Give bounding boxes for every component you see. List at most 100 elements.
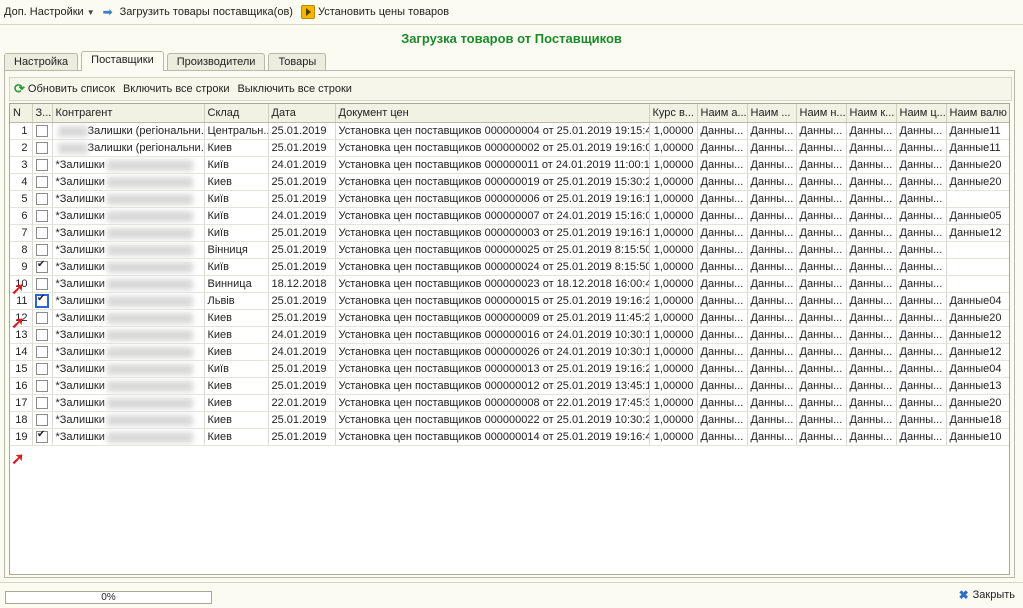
row-checkbox[interactable] [36,414,48,427]
row-checkbox[interactable] [36,346,48,359]
row-checkbox[interactable] [35,293,49,308]
table-row[interactable]: 14 *Залишки Киев 24.01.2019 Установка цен по… [10,343,1009,361]
refresh-list-label: Обновить список [27,83,115,95]
top-toolbar: Доп. Настройки ▼ ➡ Загрузить товары пост… [0,0,1023,25]
name-currency-cell: Данные10 [946,428,1009,446]
table-row[interactable]: 17 *Залишки Киев 22.01.2019 Установка цен по… [10,394,1009,412]
tab-suppliers[interactable]: Поставщики [81,51,164,71]
column-header[interactable]: N [10,104,33,123]
row-checkbox[interactable] [36,429,48,444]
warehouse-cell: Винница [204,275,269,293]
row-checkbox[interactable] [36,312,48,325]
table-row[interactable]: 6 *Залишки Київ 24.01.2019 Установка цен пос… [10,207,1009,225]
column-header[interactable]: Наим ... [747,104,797,123]
exchange-rate-cell: 1,00000 [649,360,698,378]
tab-settings[interactable]: Настройка [4,53,79,71]
column-header[interactable]: Наим к... [846,104,897,123]
annotation-arrow-icon: ➚ [11,451,25,468]
table-row[interactable]: 2 Залишки (регіональни... Киев 25.01.2019 Ус… [10,139,1009,157]
column-header[interactable]: Склад [204,104,269,123]
disable-all-rows-button[interactable]: Выключить все строки [233,83,355,95]
row-checkbox[interactable] [36,142,48,155]
exchange-rate-cell: 1,00000 [649,173,698,191]
settings-menu-label: Доп. Настройки [4,6,84,18]
table-row[interactable]: 15 *Залишки Київ 25.01.2019 Установка цен по… [10,360,1009,378]
date-cell: 25.01.2019 [268,241,336,259]
name-currency-cell: Данные04 [946,292,1009,310]
row-checkbox[interactable] [36,210,48,223]
name-a-cell: Данны... [697,411,748,429]
close-button[interactable]: ✖ Закрыть [959,588,1015,602]
row-checkbox[interactable] [36,259,48,274]
row-checkbox[interactable] [36,125,48,138]
column-header[interactable]: Курс в... [649,104,698,123]
load-goods-button[interactable]: ➡ Загрузить товары поставщика(ов) [99,2,297,22]
table-row[interactable]: 19 *Залишки Киев25.01.2019Установка цен по… [10,428,1009,446]
date-cell: 25.01.2019 [268,377,336,395]
column-header[interactable]: Наим ц... [896,104,947,123]
row-checkbox[interactable] [36,397,48,410]
column-header[interactable]: Дата [268,104,336,123]
table-row[interactable]: 10 *Залишки Винница 18.12.2018 Установка цен… [10,275,1009,293]
table-row[interactable]: 11*ЗалишкиЛьвів25.01.2019Установка цен п… [10,292,1009,310]
table-row[interactable]: 9 *Залишки Київ25.01.2019Установка цен пос… [10,258,1009,276]
row-checkbox[interactable] [36,227,48,240]
row-checkbox[interactable] [36,159,48,172]
name-n-cell: Данны... [796,190,847,208]
set-prices-button[interactable]: Установить цены товаров [297,2,453,22]
redacted-text [106,363,193,375]
suppliers-table[interactable]: N З... Контрагент Склад Дата Документ цен Курс… [9,103,1010,575]
counterparty-cell: *Залишки [52,275,205,293]
column-header[interactable]: Контрагент [52,104,205,123]
row-checkbox-cell [32,411,53,429]
tab-goods[interactable]: Товары [268,53,327,71]
price-document-cell: Установка цен поставщиков 000000006 от 2… [335,190,650,208]
table-row[interactable]: 3 *Залишки Київ 24.01.2019 Установка цен пос… [10,156,1009,174]
table-row[interactable]: 18 *Залишки Киев 25.01.2019 Установка цен по… [10,411,1009,429]
column-header[interactable]: Наим валю [946,104,1009,123]
name-cell: Данны... [747,309,797,327]
table-row[interactable]: 8 *Залишки Вінниця 25.01.2019 Установка цен … [10,241,1009,259]
column-header[interactable]: Наим а... [697,104,748,123]
row-checkbox-cell [32,139,53,157]
column-header[interactable]: З... [32,104,53,123]
table-row[interactable]: 4 *Залишки Киев 25.01.2019 Установка цен пос… [10,173,1009,191]
row-checkbox[interactable] [36,193,48,206]
row-number: 8 [10,241,33,259]
row-checkbox-cell [32,207,53,225]
name-k-cell: Данны... [846,224,897,242]
enable-all-rows-button[interactable]: Включить все строки [119,83,234,95]
column-header[interactable]: Наим н... [796,104,847,123]
price-document-cell: Установка цен поставщиков 000000025 от 2… [335,241,650,259]
counterparty-cell: *Залишки [52,156,205,174]
tab-bar: Настройка Поставщики Производители Товар… [4,51,329,71]
row-checkbox[interactable] [36,176,48,189]
name-cell: Данны... [747,207,797,225]
column-header[interactable]: Документ цен [335,104,650,123]
row-checkbox[interactable] [36,363,48,376]
tab-manufacturers[interactable]: Производители [166,53,266,71]
table-row[interactable]: 12 *Залишки Киев 25.01.2019 Установка цен по… [10,309,1009,327]
row-checkbox[interactable] [36,380,48,393]
name-k-cell: Данны... [846,428,897,446]
row-checkbox[interactable] [36,329,48,342]
row-checkbox[interactable] [36,278,48,291]
warehouse-cell: Київ [204,360,269,378]
counterparty-name: *Залишки [55,227,105,239]
name-k-cell: Данны... [846,190,897,208]
refresh-list-button[interactable]: ⟳ Обновить список [10,81,119,97]
table-row[interactable]: 1 Залишки (регіональни... Центральн... 25.0… [10,122,1009,140]
table-row[interactable]: 13 *Залишки Киев 24.01.2019 Установка цен по… [10,326,1009,344]
settings-menu[interactable]: Доп. Настройки ▼ [0,2,99,22]
name-currency-cell: Данные12 [946,326,1009,344]
table-row[interactable]: 7 *Залишки Київ 25.01.2019 Установка цен пос… [10,224,1009,242]
table-row[interactable]: 16 *Залишки Киев 25.01.2019 Установка цен по… [10,377,1009,395]
counterparty-cell: Залишки (регіональни... [52,122,205,140]
date-cell: 24.01.2019 [268,326,336,344]
row-checkbox[interactable] [36,244,48,257]
name-a-cell: Данны... [697,343,748,361]
table-row[interactable]: 5 *Залишки Київ 25.01.2019 Установка цен пос… [10,190,1009,208]
close-label: Закрыть [972,589,1015,601]
row-checkbox-cell [32,241,53,259]
exchange-rate-cell: 1,00000 [649,190,698,208]
